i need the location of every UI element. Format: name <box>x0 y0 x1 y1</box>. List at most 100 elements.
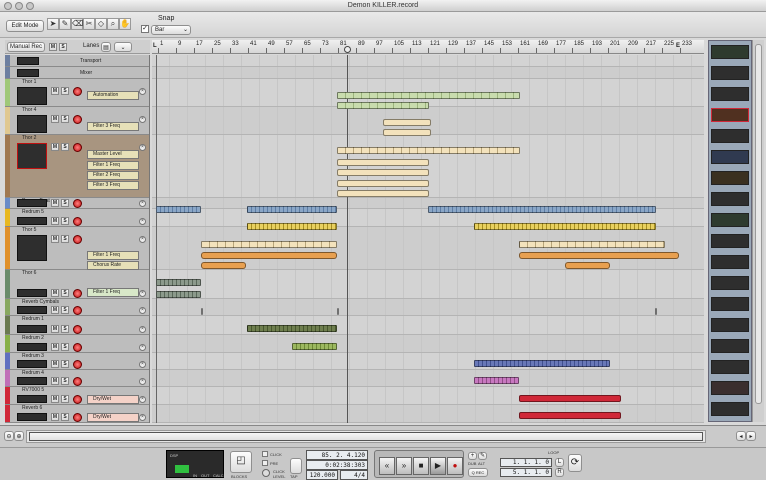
clip[interactable] <box>156 279 201 286</box>
track-lane-row[interactable] <box>152 370 704 387</box>
rack-device-thumbnail[interactable] <box>711 129 749 143</box>
device-icon[interactable] <box>17 289 47 297</box>
device-icon[interactable] <box>17 325 47 333</box>
mixer-device-icon[interactable] <box>17 69 39 77</box>
vertical-scrollbar[interactable] <box>752 40 764 422</box>
track-solo-button[interactable]: S <box>61 199 69 207</box>
track-mute-button[interactable]: M <box>51 306 59 314</box>
device-icon[interactable] <box>17 306 47 314</box>
automation-lane-label[interactable]: Filter 1 Freq <box>87 288 139 297</box>
track-name[interactable]: Reverb 6 <box>22 405 42 411</box>
end-marker[interactable]: E <box>676 43 680 49</box>
add-lane-icon[interactable]: ▤ <box>101 42 111 52</box>
automation-lane-label[interactable]: Filter 1 Freq <box>87 161 139 170</box>
clip[interactable] <box>337 308 339 315</box>
close-track-icon[interactable]: × <box>139 200 146 207</box>
magnify-icon[interactable]: ⌕ <box>107 18 119 30</box>
play-button[interactable]: ▶ <box>430 457 446 475</box>
left-locator-display[interactable]: 1. 1. 1. 0 <box>500 458 552 467</box>
record-enable-icon[interactable] <box>73 86 82 96</box>
time-display[interactable]: 0:02:38:303 <box>306 460 368 470</box>
rewind-button[interactable]: « <box>379 457 395 475</box>
manual-rec-button[interactable]: Manual Rec <box>7 42 45 52</box>
position-display[interactable]: 85. 2. 4.120 <box>306 450 368 460</box>
timeline-ruler[interactable]: 1 9 17 25 33 41 49 57 65 73 81 89 97 105 113 121 129 137 1… <box>152 40 704 54</box>
record-enable-icon[interactable] <box>73 394 82 404</box>
automation-lane-label[interactable]: Dry/Wet <box>87 413 139 422</box>
rack-device-thumbnail[interactable] <box>711 276 749 290</box>
track-row[interactable]: Redrum 2 M S × <box>5 335 149 353</box>
mute-tool-icon[interactable]: ◇ <box>95 18 107 30</box>
quantize-rec-button[interactable]: Q REC <box>468 468 488 477</box>
razor-icon[interactable]: ✂ <box>83 18 95 30</box>
track-lane-row[interactable] <box>152 316 704 335</box>
record-enable-icon[interactable] <box>73 216 82 226</box>
record-enable-icon[interactable] <box>73 114 82 124</box>
close-track-icon[interactable]: × <box>139 378 146 385</box>
clip[interactable] <box>247 223 337 230</box>
track-row[interactable]: Thor 5 M S × Filter 1 Freq Chorus Rate <box>5 227 149 270</box>
close-track-icon[interactable]: × <box>139 361 146 368</box>
solo-all-button[interactable]: S <box>59 43 67 51</box>
rack-device-thumbnail[interactable] <box>711 255 749 269</box>
tempo-display[interactable]: 120.000 <box>306 470 338 480</box>
clip[interactable] <box>337 147 520 154</box>
track-mute-button[interactable]: M <box>51 360 59 368</box>
fast-forward-button[interactable]: » <box>396 457 412 475</box>
track-row[interactable]: RV7000 5 M S × Dry/Wet <box>5 387 149 405</box>
transport-device-icon[interactable] <box>17 57 39 65</box>
track-lane-row[interactable] <box>152 67 704 79</box>
snap-select[interactable]: Bar ⌄ <box>151 25 191 35</box>
clip[interactable] <box>519 412 621 419</box>
track-name[interactable]: RV7000 5 <box>22 387 44 393</box>
clip[interactable] <box>247 325 337 332</box>
track-solo-button[interactable]: S <box>61 289 69 297</box>
clip[interactable] <box>337 92 520 99</box>
track-lane-row[interactable] <box>152 55 704 67</box>
track-mute-button[interactable]: M <box>51 289 59 297</box>
right-locator-display[interactable]: 5. 1. 1. 0 <box>500 468 552 477</box>
rack-device-thumbnail[interactable] <box>711 171 749 185</box>
clip[interactable] <box>337 169 429 176</box>
rack-device-thumbnail[interactable] <box>711 45 749 59</box>
track-name[interactable]: Redrum 5 <box>22 209 44 215</box>
track-row[interactable]: Reverb 6 M S × Dry/Wet <box>5 405 149 423</box>
track-solo-button[interactable]: S <box>61 87 69 95</box>
clip[interactable] <box>565 262 610 269</box>
track-mute-button[interactable]: M <box>51 235 59 243</box>
clip[interactable] <box>156 291 201 298</box>
track-row[interactable]: Thor 6 M S × Filter 1 Freq <box>5 270 149 299</box>
track-row[interactable]: Redrum 4 M S × <box>5 370 149 387</box>
track-row[interactable]: Thor 1 M S × Automation <box>5 79 149 107</box>
device-icon[interactable] <box>17 395 47 403</box>
track-mute-button[interactable]: M <box>51 395 59 403</box>
zoom-window-icon[interactable] <box>26 2 34 10</box>
clip[interactable] <box>337 190 429 197</box>
clip[interactable] <box>519 252 679 259</box>
track-solo-button[interactable]: S <box>61 217 69 225</box>
close-track-icon[interactable]: × <box>139 218 146 225</box>
snap-checkbox[interactable]: ✓ <box>141 25 149 33</box>
selection-arrow-icon[interactable]: ➤ <box>47 18 59 30</box>
track-lane-row[interactable] <box>152 270 704 299</box>
arrangement-area[interactable] <box>152 55 704 423</box>
record-enable-icon[interactable] <box>73 288 82 298</box>
clip[interactable] <box>201 252 337 259</box>
track-solo-button[interactable]: S <box>61 306 69 314</box>
click-toggle[interactable] <box>262 451 268 457</box>
signature-display[interactable]: 4/4 <box>340 470 368 480</box>
rack-device-thumbnail[interactable] <box>711 360 749 374</box>
track-name[interactable]: Redrum 3 <box>22 353 44 359</box>
stop-button[interactable]: ■ <box>413 457 429 475</box>
track-lane-row[interactable] <box>152 299 704 316</box>
mute-all-button[interactable]: M <box>49 43 57 51</box>
track-name[interactable]: Transport <box>80 58 101 64</box>
track-solo-button[interactable]: S <box>61 413 69 421</box>
track-mute-button[interactable]: M <box>51 377 59 385</box>
device-icon[interactable] <box>17 199 47 207</box>
track-mute-button[interactable]: M <box>51 325 59 333</box>
device-icon[interactable] <box>17 235 47 261</box>
track-row[interactable]: Reverb Cymbals M S × <box>5 299 149 316</box>
track-lane-row[interactable] <box>152 405 704 423</box>
track-row[interactable]: Demon BeatMS× <box>5 198 149 209</box>
